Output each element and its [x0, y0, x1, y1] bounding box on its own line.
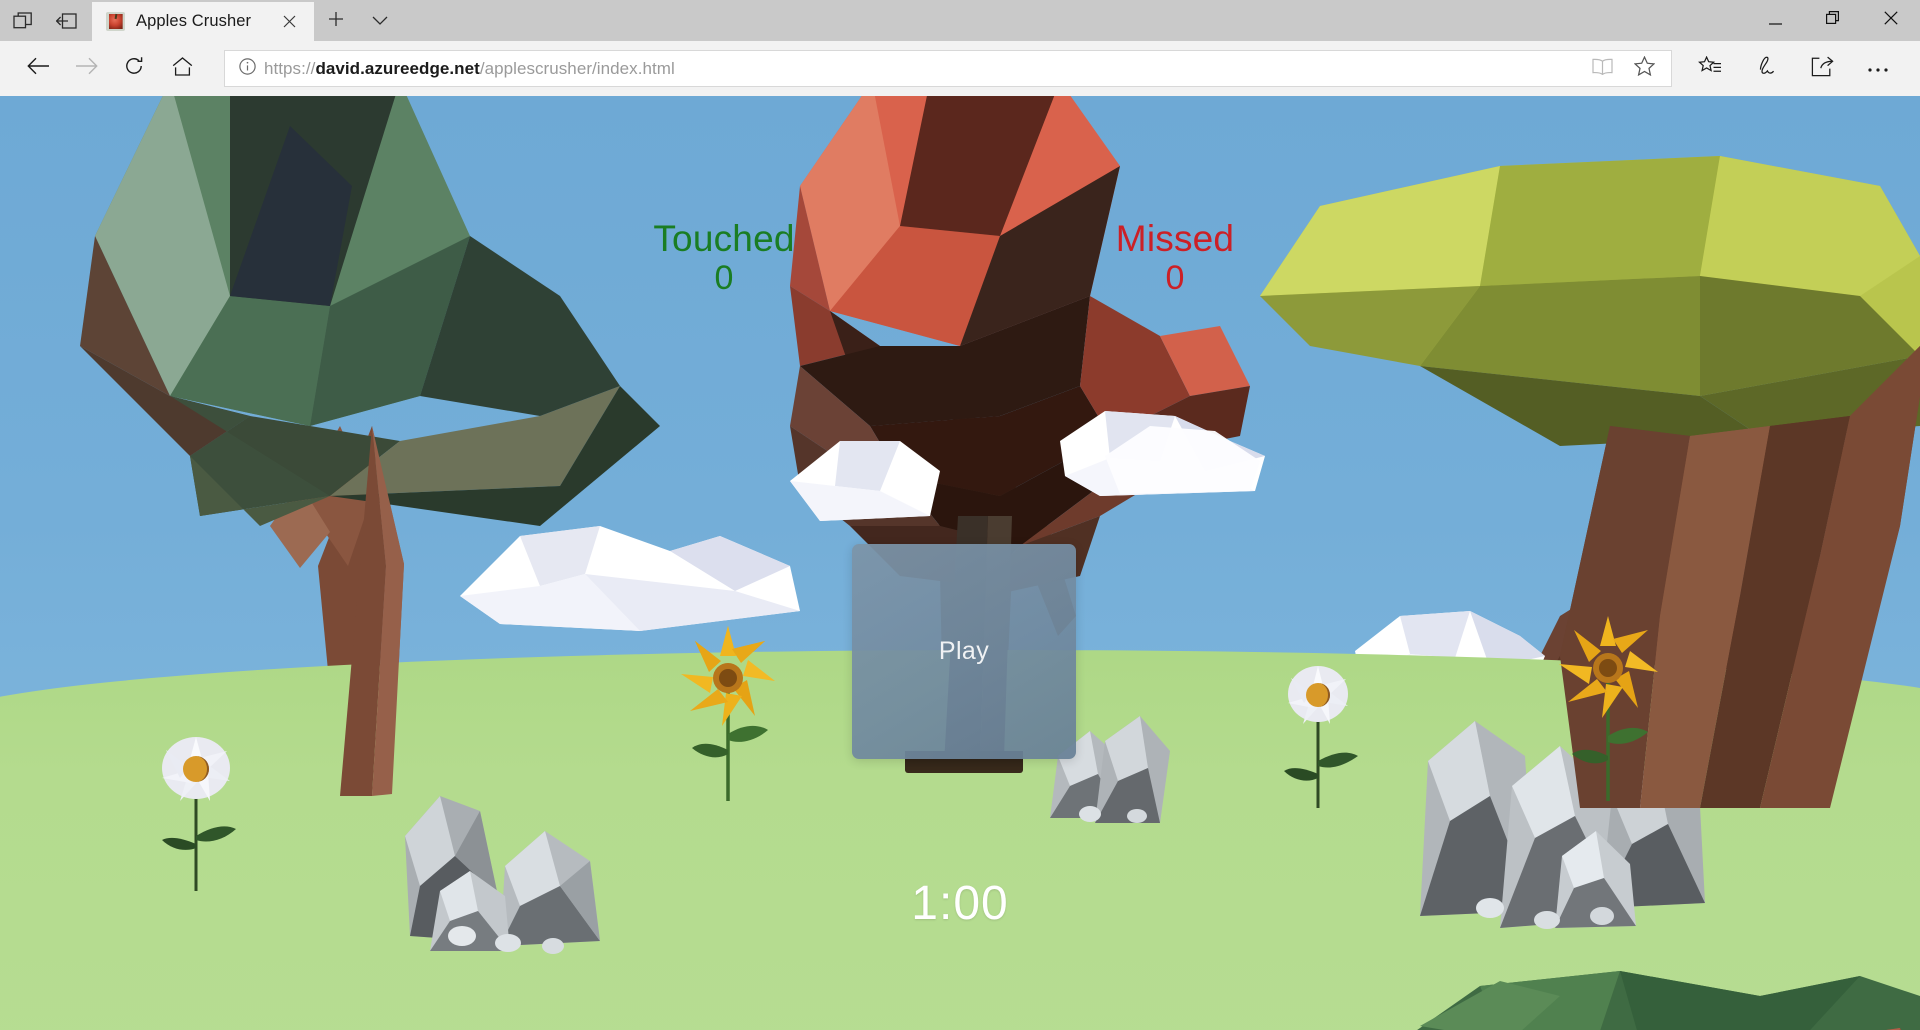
pen-icon [1755, 56, 1777, 82]
tab-preview-button[interactable] [0, 0, 44, 41]
browser-tab-apples-crusher[interactable]: Apples Crusher [92, 2, 314, 41]
hub-button[interactable] [1682, 47, 1738, 91]
refresh-button[interactable] [110, 47, 158, 91]
browser-window: Apples Crusher https://david.azureedge.n… [0, 0, 1920, 1030]
restore-icon [1826, 11, 1840, 30]
close-icon [1884, 11, 1898, 30]
refresh-icon [124, 56, 144, 81]
game-canvas[interactable]: Touched 0 Missed 0 Play 1:00 [0, 96, 1920, 1030]
daisy-right-fg [1284, 666, 1358, 808]
reading-view-button[interactable] [1581, 51, 1623, 86]
navigation-toolbar: https://david.azureedge.net/applescrushe… [0, 41, 1920, 96]
back-arrow-icon [26, 57, 50, 80]
url-scheme: https:// [264, 58, 316, 78]
window-controls [1746, 0, 1920, 41]
minimize-button[interactable] [1746, 0, 1804, 41]
play-button-label: Play [938, 637, 990, 665]
tab-preview-icon [12, 12, 32, 29]
sunflower-left-fg [681, 626, 775, 801]
green-tree-trunk-fg [340, 426, 404, 796]
new-tab-button[interactable] [314, 2, 358, 41]
address-bar-text[interactable]: https://david.azureedge.net/applescrushe… [264, 59, 1581, 79]
tab-title: Apples Crusher [136, 12, 252, 30]
home-icon [172, 56, 193, 81]
tab-close-button[interactable] [274, 7, 304, 37]
apple-favicon [106, 12, 125, 31]
restore-button[interactable] [1804, 0, 1862, 41]
back-button[interactable] [14, 47, 62, 91]
favorites-hub-icon [1698, 55, 1722, 81]
close-window-button[interactable] [1862, 0, 1920, 41]
home-button[interactable] [158, 47, 206, 91]
ellipsis-icon [1867, 60, 1889, 78]
play-button[interactable]: Play [852, 544, 1076, 759]
star-icon [1633, 55, 1655, 81]
chevron-down-icon [372, 13, 388, 31]
forward-button[interactable] [62, 47, 110, 91]
address-bar-actions [1581, 51, 1665, 86]
share-button[interactable] [1794, 47, 1850, 91]
forward-arrow-icon [75, 57, 98, 80]
url-path: /applescrusher/index.html [479, 58, 675, 78]
share-icon [1811, 56, 1834, 82]
tab-actions-menu-button[interactable] [358, 2, 402, 41]
plus-icon [328, 11, 344, 32]
hill-back-right-fg [1417, 971, 1920, 1030]
daisy-far-left-fg [162, 737, 236, 891]
book-icon [1591, 58, 1613, 80]
settings-more-button[interactable] [1850, 47, 1906, 91]
tab-strip: Apples Crusher [0, 0, 1920, 41]
set-tabs-aside-icon [55, 12, 77, 29]
address-bar[interactable]: https://david.azureedge.net/applescrushe… [224, 50, 1672, 87]
set-tabs-aside-button[interactable] [44, 0, 88, 41]
add-favorite-button[interactable] [1623, 51, 1665, 86]
url-domain: david.azureedge.net [315, 58, 480, 78]
site-info-button[interactable] [231, 52, 264, 85]
rock-group-left-fg [405, 796, 600, 954]
info-circle-icon [239, 57, 256, 80]
web-note-button[interactable] [1738, 47, 1794, 91]
minimize-icon [1768, 12, 1782, 30]
